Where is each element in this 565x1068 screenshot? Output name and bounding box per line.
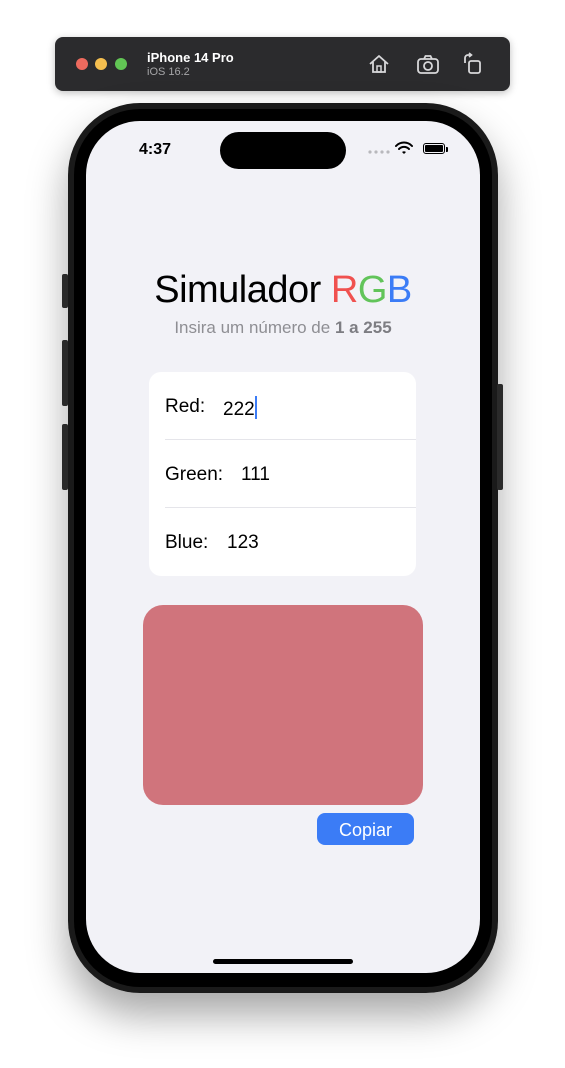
color-preview (143, 605, 423, 805)
rotate-icon[interactable] (460, 51, 486, 77)
status-time: 4:37 (139, 141, 172, 158)
home-indicator[interactable] (213, 959, 353, 964)
close-window-button[interactable] (76, 58, 88, 70)
red-field[interactable]: 222 (223, 396, 257, 421)
power-button (497, 384, 503, 490)
title-prefix: Simulador (154, 269, 331, 311)
simulator-os-version: iOS 16.2 (147, 66, 190, 78)
simulator-title-bar: iPhone 14 Pro iOS 16.2 (55, 37, 510, 91)
text-cursor (254, 396, 257, 419)
battery-icon (423, 143, 445, 154)
simulator-device-name: iPhone 14 Pro (147, 50, 234, 65)
volume-up-button (62, 340, 68, 406)
home-icon[interactable] (366, 51, 392, 77)
green-row[interactable]: Green: 111 (149, 440, 416, 508)
red-value[interactable]: 222 (223, 399, 255, 420)
wifi-icon (395, 141, 413, 154)
blue-field[interactable]: 123 (227, 532, 259, 554)
copy-button[interactable]: Copiar (317, 813, 414, 845)
signal-dots-icon (368, 150, 390, 154)
red-label: Red: (165, 396, 206, 417)
green-field[interactable]: 111 (241, 464, 270, 486)
blue-label: Blue: (165, 532, 209, 553)
dynamic-island (220, 132, 346, 169)
page-subtitle: Insira um número de 1 a 255 (86, 318, 480, 338)
title-g: G (357, 269, 388, 311)
rgb-input-card: Red: 222 Green: 111 Blue: 123 (149, 372, 416, 576)
camera-icon[interactable] (415, 51, 441, 77)
blue-row[interactable]: Blue: 123 (149, 508, 416, 576)
volume-down-button (62, 424, 68, 490)
zoom-window-button[interactable] (115, 58, 127, 70)
title-r: R (330, 269, 358, 311)
green-label: Green: (165, 464, 224, 485)
battery-cap (446, 147, 448, 152)
action-button (62, 274, 68, 308)
red-row[interactable]: Red: 222 (149, 372, 416, 440)
page-title: Simulador RGB (86, 269, 480, 312)
minimize-window-button[interactable] (95, 58, 107, 70)
subtitle-prefix: Insira um número de (174, 318, 335, 337)
subtitle-range: 1 a 255 (334, 318, 392, 337)
device-screen: 4:37 Simulador RGB Insira um número de 1… (86, 121, 480, 973)
title-b: B (386, 269, 412, 311)
